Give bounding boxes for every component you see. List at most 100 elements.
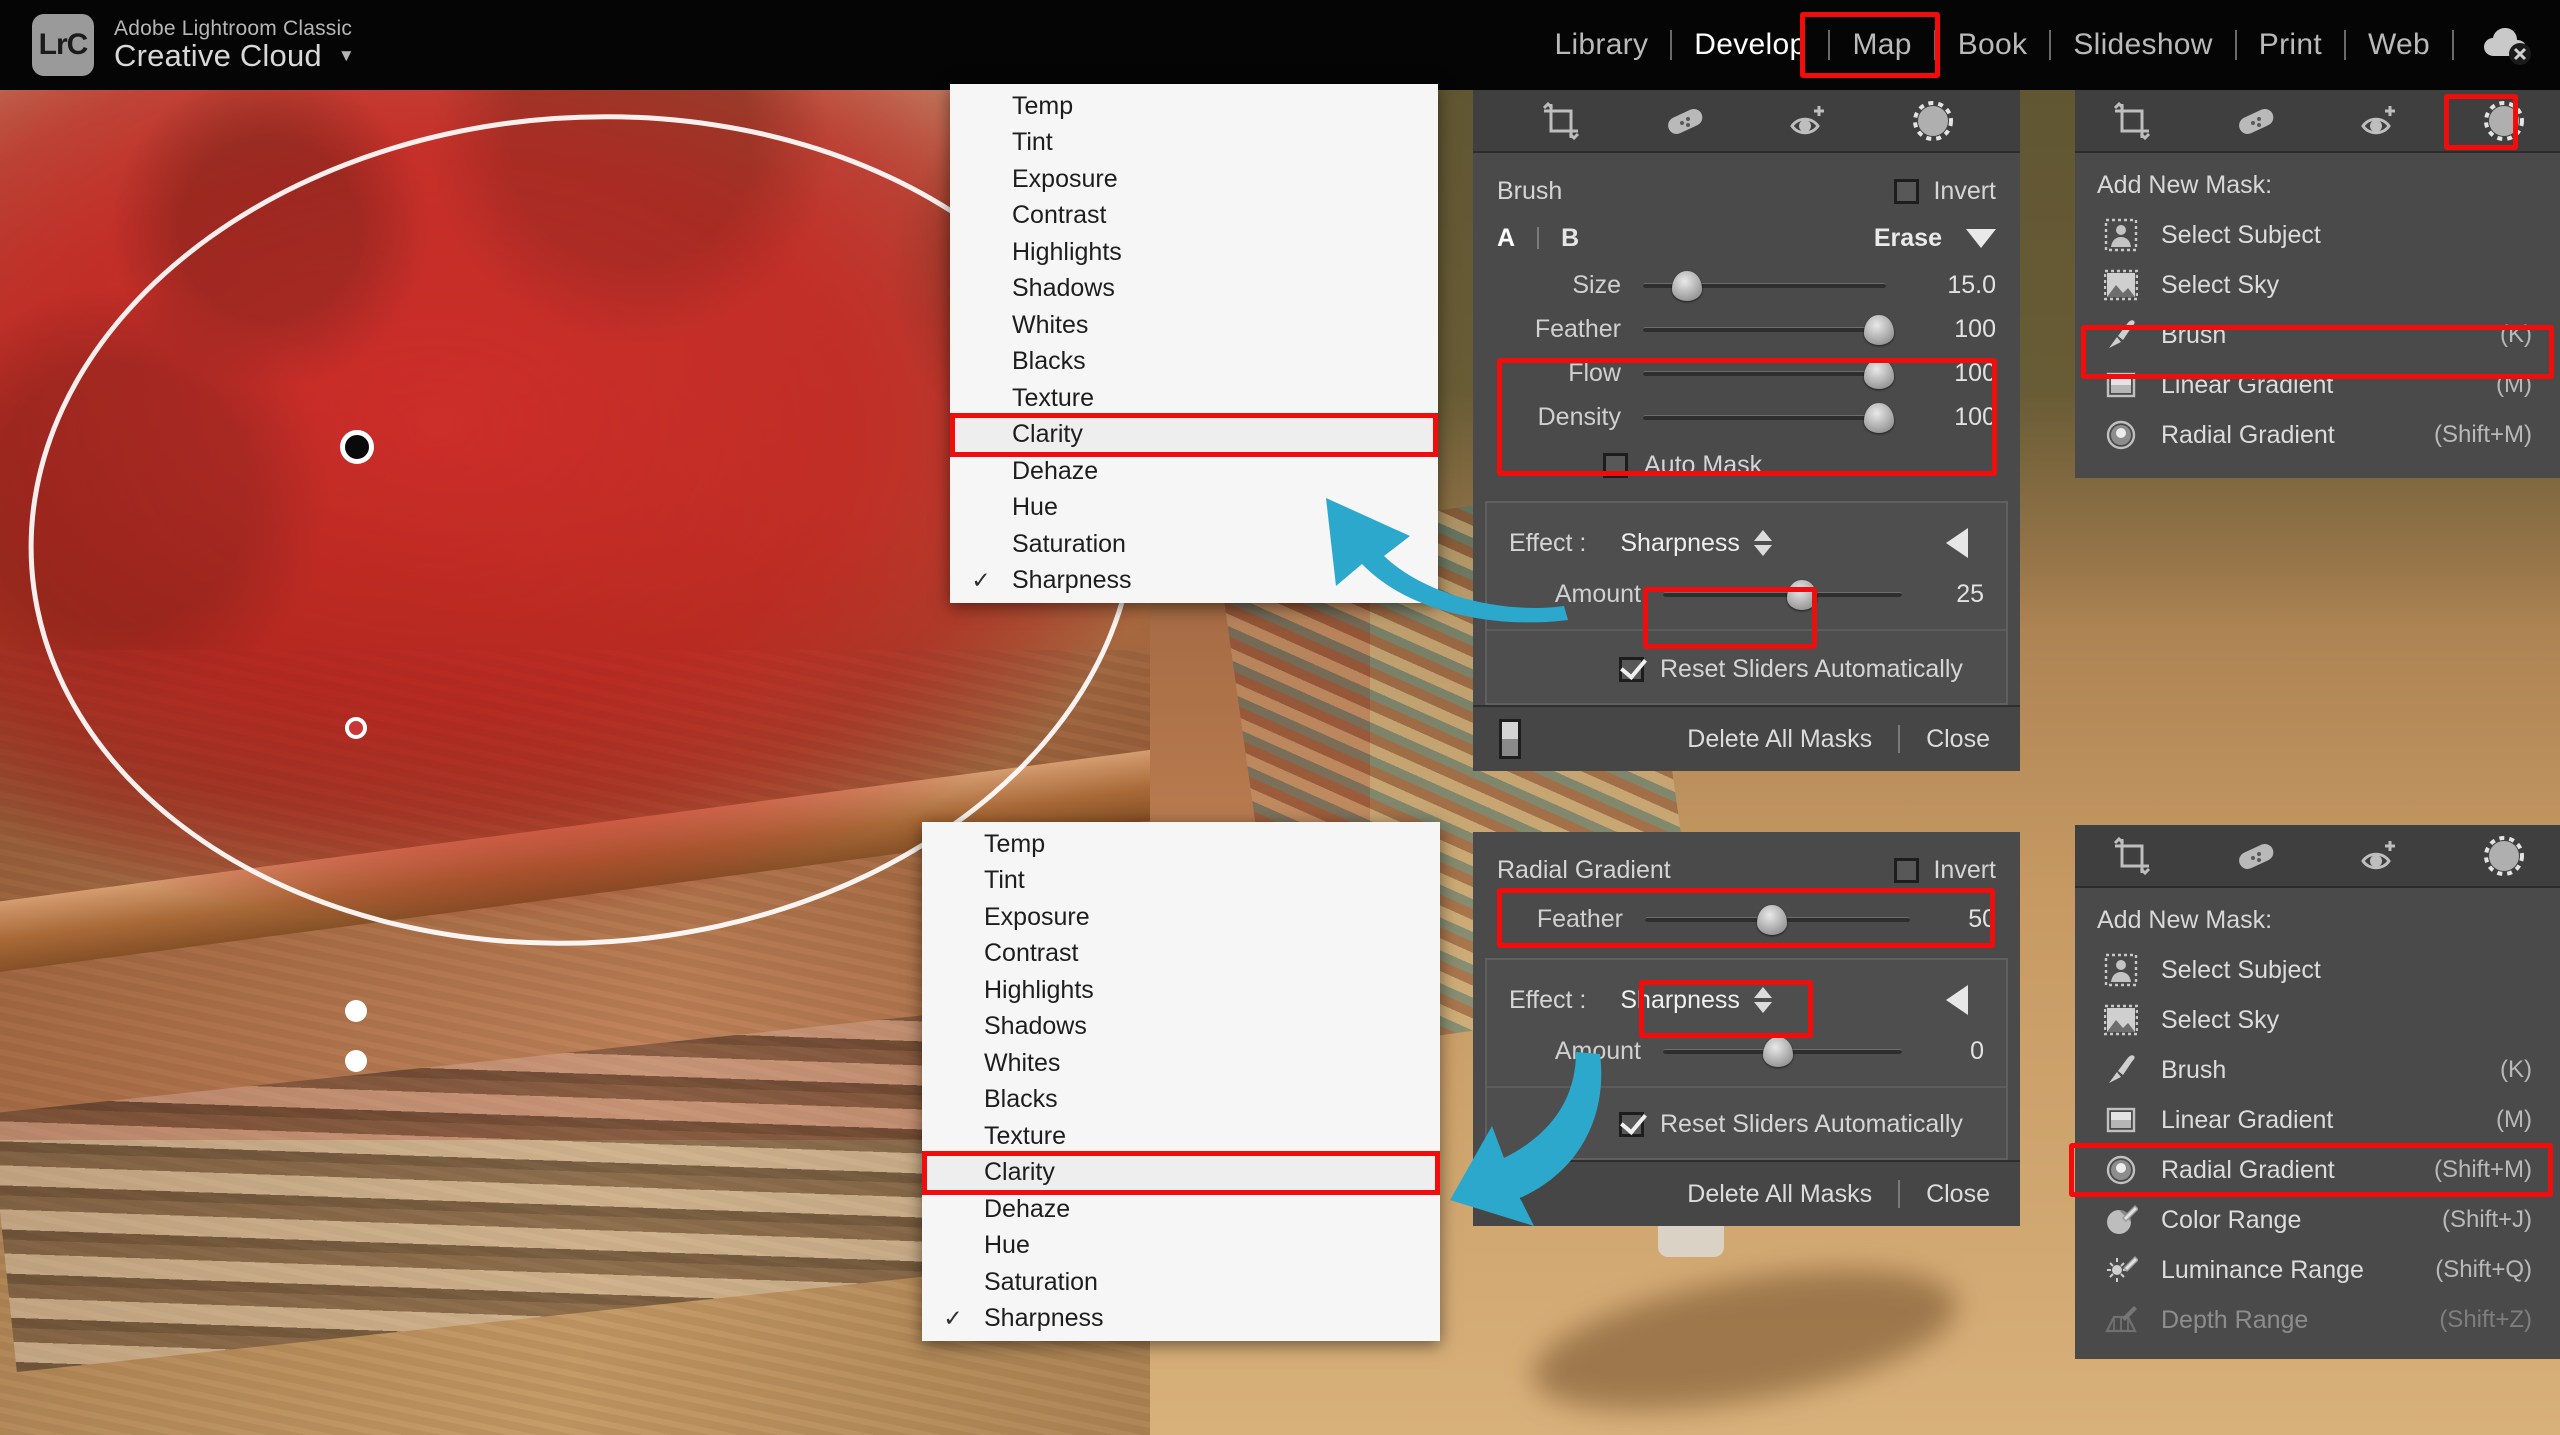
menu-item-exposure[interactable]: Exposure bbox=[922, 899, 1440, 936]
slider-knob-flow[interactable] bbox=[1863, 358, 1894, 389]
invert-checkbox-brush[interactable] bbox=[1894, 178, 1920, 204]
mask-type-radial-gradient[interactable]: Radial Gradient (Shift+M) bbox=[2075, 1145, 2560, 1195]
mask-type-linear-gradient[interactable]: Linear Gradient (M) bbox=[2075, 360, 2560, 410]
red-eye-correction-icon[interactable] bbox=[1786, 98, 1832, 144]
mask-toggle-switch-icon[interactable] bbox=[1499, 719, 1521, 759]
close-button-brush[interactable]: Close bbox=[1926, 725, 1990, 754]
slider-knob-size[interactable] bbox=[1671, 270, 1702, 301]
menu-item-texture[interactable]: Texture bbox=[922, 1118, 1440, 1155]
reset-sliders-checkbox-radial[interactable] bbox=[1619, 1111, 1644, 1137]
slider-flow[interactable] bbox=[1643, 358, 1894, 389]
mask-type-brush[interactable]: Brush (K) bbox=[2075, 1045, 2560, 1095]
menu-item-contrast[interactable]: Contrast bbox=[922, 936, 1440, 973]
chevron-down-icon[interactable]: ▼ bbox=[338, 46, 355, 65]
effect-value-radial[interactable]: Sharpness bbox=[1620, 986, 1740, 1015]
module-develop[interactable]: Develop bbox=[1672, 22, 1828, 68]
menu-item-sharpness[interactable]: ✓ Sharpness bbox=[922, 1301, 1440, 1338]
module-slideshow[interactable]: Slideshow bbox=[2051, 22, 2234, 68]
slider-feather[interactable] bbox=[1643, 314, 1894, 345]
radial-gradient-center-pin[interactable] bbox=[340, 430, 374, 464]
menu-item-tint[interactable]: Tint bbox=[922, 863, 1440, 900]
red-eye-correction-icon[interactable] bbox=[2357, 833, 2403, 879]
menu-item-highlights[interactable]: Highlights bbox=[922, 972, 1440, 1009]
effect-dropdown-menu-bottom[interactable]: Temp Tint Exposure Contrast Highlights Shadow… bbox=[922, 822, 1440, 1341]
delete-all-masks-button-radial[interactable]: Delete All Masks bbox=[1687, 1180, 1872, 1209]
spot-removal-icon[interactable] bbox=[1662, 98, 1708, 144]
module-library[interactable]: Library bbox=[1532, 22, 1670, 68]
menu-item-hue[interactable]: Hue bbox=[950, 490, 1438, 527]
menu-item-whites[interactable]: Whites bbox=[950, 307, 1438, 344]
menu-item-blacks[interactable]: Blacks bbox=[950, 344, 1438, 381]
menu-item-clarity[interactable]: Clarity bbox=[950, 416, 1438, 453]
auto-mask-checkbox[interactable] bbox=[1603, 452, 1628, 478]
mask-type-select-subject[interactable]: Select Subject bbox=[2075, 945, 2560, 995]
effect-value-brush[interactable]: Sharpness bbox=[1620, 529, 1740, 558]
radial-gradient-handle-bottom[interactable] bbox=[345, 1050, 367, 1072]
menu-item-shadows[interactable]: Shadows bbox=[922, 1009, 1440, 1046]
identity-plate[interactable]: LrC Adobe Lightroom Classic Creative Clo… bbox=[32, 14, 355, 76]
menu-item-sharpness[interactable]: ✓ Sharpness bbox=[950, 563, 1438, 600]
slider-size[interactable] bbox=[1643, 270, 1886, 301]
menu-item-texture[interactable]: Texture bbox=[950, 380, 1438, 417]
masking-icon[interactable] bbox=[1910, 98, 1956, 144]
menu-item-saturation[interactable]: Saturation bbox=[922, 1264, 1440, 1301]
feather-slider-radial[interactable] bbox=[1645, 904, 1910, 935]
brush-erase-button[interactable]: Erase bbox=[1874, 224, 1942, 253]
effect-stepper-icon-radial[interactable] bbox=[1753, 987, 1772, 1013]
mask-type-luminance-range[interactable]: Luminance Range (Shift+Q) bbox=[2075, 1245, 2560, 1295]
spot-removal-icon[interactable] bbox=[2233, 833, 2279, 879]
menu-item-hue[interactable]: Hue bbox=[922, 1228, 1440, 1265]
slider-knob-density[interactable] bbox=[1863, 402, 1894, 433]
amount-slider-radial[interactable] bbox=[1663, 1036, 1902, 1067]
slider-density[interactable] bbox=[1643, 402, 1894, 433]
delete-all-masks-button-brush[interactable]: Delete All Masks bbox=[1687, 725, 1872, 754]
mask-type-color-range[interactable]: Color Range (Shift+J) bbox=[2075, 1195, 2560, 1245]
crop-overlay-icon[interactable] bbox=[2109, 833, 2155, 879]
menu-item-whites[interactable]: Whites bbox=[922, 1045, 1440, 1082]
radial-gradient-handle-top[interactable] bbox=[345, 717, 367, 739]
menu-item-clarity[interactable]: Clarity bbox=[922, 1154, 1440, 1191]
effect-dropdown-menu-top[interactable]: Temp Tint Exposure Contrast Highlights Shadow… bbox=[950, 84, 1438, 603]
module-book[interactable]: Book bbox=[1936, 22, 2050, 68]
cloud-sync-off-icon[interactable] bbox=[2480, 24, 2534, 66]
effect-collapse-icon-radial[interactable] bbox=[1946, 985, 1968, 1015]
effect-collapse-icon-brush[interactable] bbox=[1946, 528, 1968, 558]
menu-item-saturation[interactable]: Saturation bbox=[950, 526, 1438, 563]
brush-a-button[interactable]: A bbox=[1497, 224, 1515, 253]
masking-icon[interactable] bbox=[2481, 833, 2527, 879]
red-eye-correction-icon[interactable] bbox=[2357, 98, 2403, 144]
mask-type-select-subject[interactable]: Select Subject bbox=[2075, 210, 2560, 260]
crop-overlay-icon[interactable] bbox=[2109, 98, 2155, 144]
crop-overlay-icon[interactable] bbox=[1538, 98, 1584, 144]
module-print[interactable]: Print bbox=[2237, 22, 2344, 68]
mask-type-linear-gradient[interactable]: Linear Gradient (M) bbox=[2075, 1095, 2560, 1145]
menu-item-temp[interactable]: Temp bbox=[922, 826, 1440, 863]
module-web[interactable]: Web bbox=[2346, 22, 2452, 68]
menu-item-shadows[interactable]: Shadows bbox=[950, 271, 1438, 308]
menu-item-blacks[interactable]: Blacks bbox=[922, 1082, 1440, 1119]
menu-item-highlights[interactable]: Highlights bbox=[950, 234, 1438, 271]
menu-item-tint[interactable]: Tint bbox=[950, 125, 1438, 162]
module-map[interactable]: Map bbox=[1830, 22, 1933, 68]
brush-b-button[interactable]: B bbox=[1561, 224, 1579, 253]
radial-gradient-handle-mid[interactable] bbox=[345, 1000, 367, 1022]
close-button-radial[interactable]: Close bbox=[1926, 1180, 1990, 1209]
menu-item-dehaze[interactable]: Dehaze bbox=[950, 453, 1438, 490]
menu-item-dehaze[interactable]: Dehaze bbox=[922, 1191, 1440, 1228]
invert-checkbox-radial[interactable] bbox=[1894, 857, 1920, 883]
mask-type-select-sky[interactable]: Select Sky bbox=[2075, 260, 2560, 310]
spot-removal-icon[interactable] bbox=[2233, 98, 2279, 144]
mask-toggle-switch-icon[interactable] bbox=[1499, 1174, 1521, 1214]
reset-sliders-checkbox-brush[interactable] bbox=[1619, 656, 1644, 682]
mask-type-radial-gradient[interactable]: Radial Gradient (Shift+M) bbox=[2075, 410, 2560, 460]
masking-icon[interactable] bbox=[2481, 98, 2527, 144]
menu-item-exposure[interactable]: Exposure bbox=[950, 161, 1438, 198]
brush-disclosure-icon[interactable] bbox=[1966, 228, 1996, 248]
mask-type-select-sky[interactable]: Select Sky bbox=[2075, 995, 2560, 1045]
slider-knob-feather[interactable] bbox=[1863, 314, 1894, 345]
mask-type-brush[interactable]: Brush (K) bbox=[2075, 310, 2560, 360]
menu-item-temp[interactable]: Temp bbox=[950, 88, 1438, 125]
effect-stepper-icon-brush[interactable] bbox=[1753, 530, 1772, 556]
amount-slider-brush[interactable] bbox=[1663, 579, 1902, 610]
menu-item-contrast[interactable]: Contrast bbox=[950, 198, 1438, 235]
